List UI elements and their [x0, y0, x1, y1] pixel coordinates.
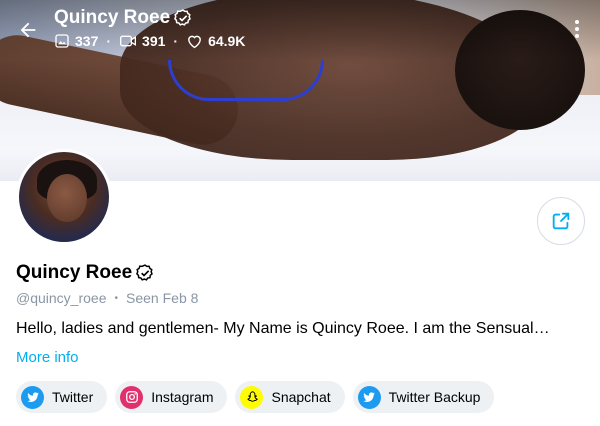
- avatar[interactable]: [16, 149, 112, 245]
- stat-likes-count: 64.9K: [208, 33, 246, 49]
- separator-dot: ·: [173, 33, 179, 49]
- profile-bio: Hello, ladies and gentlemen- My Name is …: [16, 320, 550, 337]
- avatar-face: [47, 174, 87, 222]
- heart-icon: [188, 35, 201, 49]
- last-seen: Seen Feb 8: [126, 290, 199, 306]
- share-icon: [552, 212, 570, 230]
- top-bar: Quincy Roee 337 · 391 · 64.9K: [0, 0, 600, 60]
- verified-icon: [174, 9, 192, 26]
- more-info-link[interactable]: More info: [16, 349, 79, 366]
- stat-likes: 64.9K: [186, 33, 245, 49]
- more-options-icon: [575, 20, 579, 24]
- stat-videos-count: 391: [142, 33, 166, 49]
- social-twitter[interactable]: Twitter: [16, 381, 108, 413]
- more-options-icon-dot: [575, 34, 579, 38]
- instagram-icon: [120, 385, 144, 409]
- profile-meta: @quincy_roee • Seen Feb 8: [16, 290, 198, 306]
- more-options-button[interactable]: [566, 16, 588, 42]
- photo-icon: [55, 34, 69, 48]
- social-instagram[interactable]: Instagram: [115, 381, 228, 413]
- page-title-text: Quincy Roee: [54, 7, 171, 28]
- page-title: Quincy Roee: [54, 7, 193, 29]
- back-button[interactable]: [12, 14, 44, 46]
- profile-handle: @quincy_roee: [16, 290, 107, 306]
- social-snapchat[interactable]: Snapchat: [235, 381, 345, 413]
- snapchat-icon: [240, 385, 264, 409]
- profile-name: Quincy Roee: [16, 262, 155, 284]
- social-twitter-label: Twitter: [52, 389, 94, 405]
- verified-icon: [136, 264, 154, 281]
- video-icon: [120, 35, 137, 47]
- cover-strap: [168, 60, 324, 101]
- social-twitter-backup-label: Twitter Backup: [388, 389, 481, 405]
- share-button[interactable]: [537, 197, 585, 245]
- stat-photos: 337: [54, 33, 98, 49]
- more-options-icon-dot: [575, 27, 579, 31]
- social-twitter-backup[interactable]: Twitter Backup: [352, 381, 495, 413]
- stat-videos: 391: [119, 33, 165, 49]
- separator-dot: •: [114, 292, 119, 304]
- arrow-left-icon: [20, 22, 36, 38]
- stat-photos-count: 337: [75, 33, 99, 49]
- twitter-icon: [21, 385, 44, 409]
- social-snapchat-label: Snapchat: [271, 389, 331, 405]
- separator-dot: ·: [106, 33, 112, 49]
- profile-stats: 337 · 391 · 64.9K: [54, 33, 245, 49]
- profile-name-text: Quincy Roee: [16, 262, 133, 283]
- social-links: Twitter Instagram Snapchat Twitter Backu…: [16, 381, 495, 413]
- social-instagram-label: Instagram: [151, 389, 214, 405]
- twitter-icon: [357, 385, 381, 409]
